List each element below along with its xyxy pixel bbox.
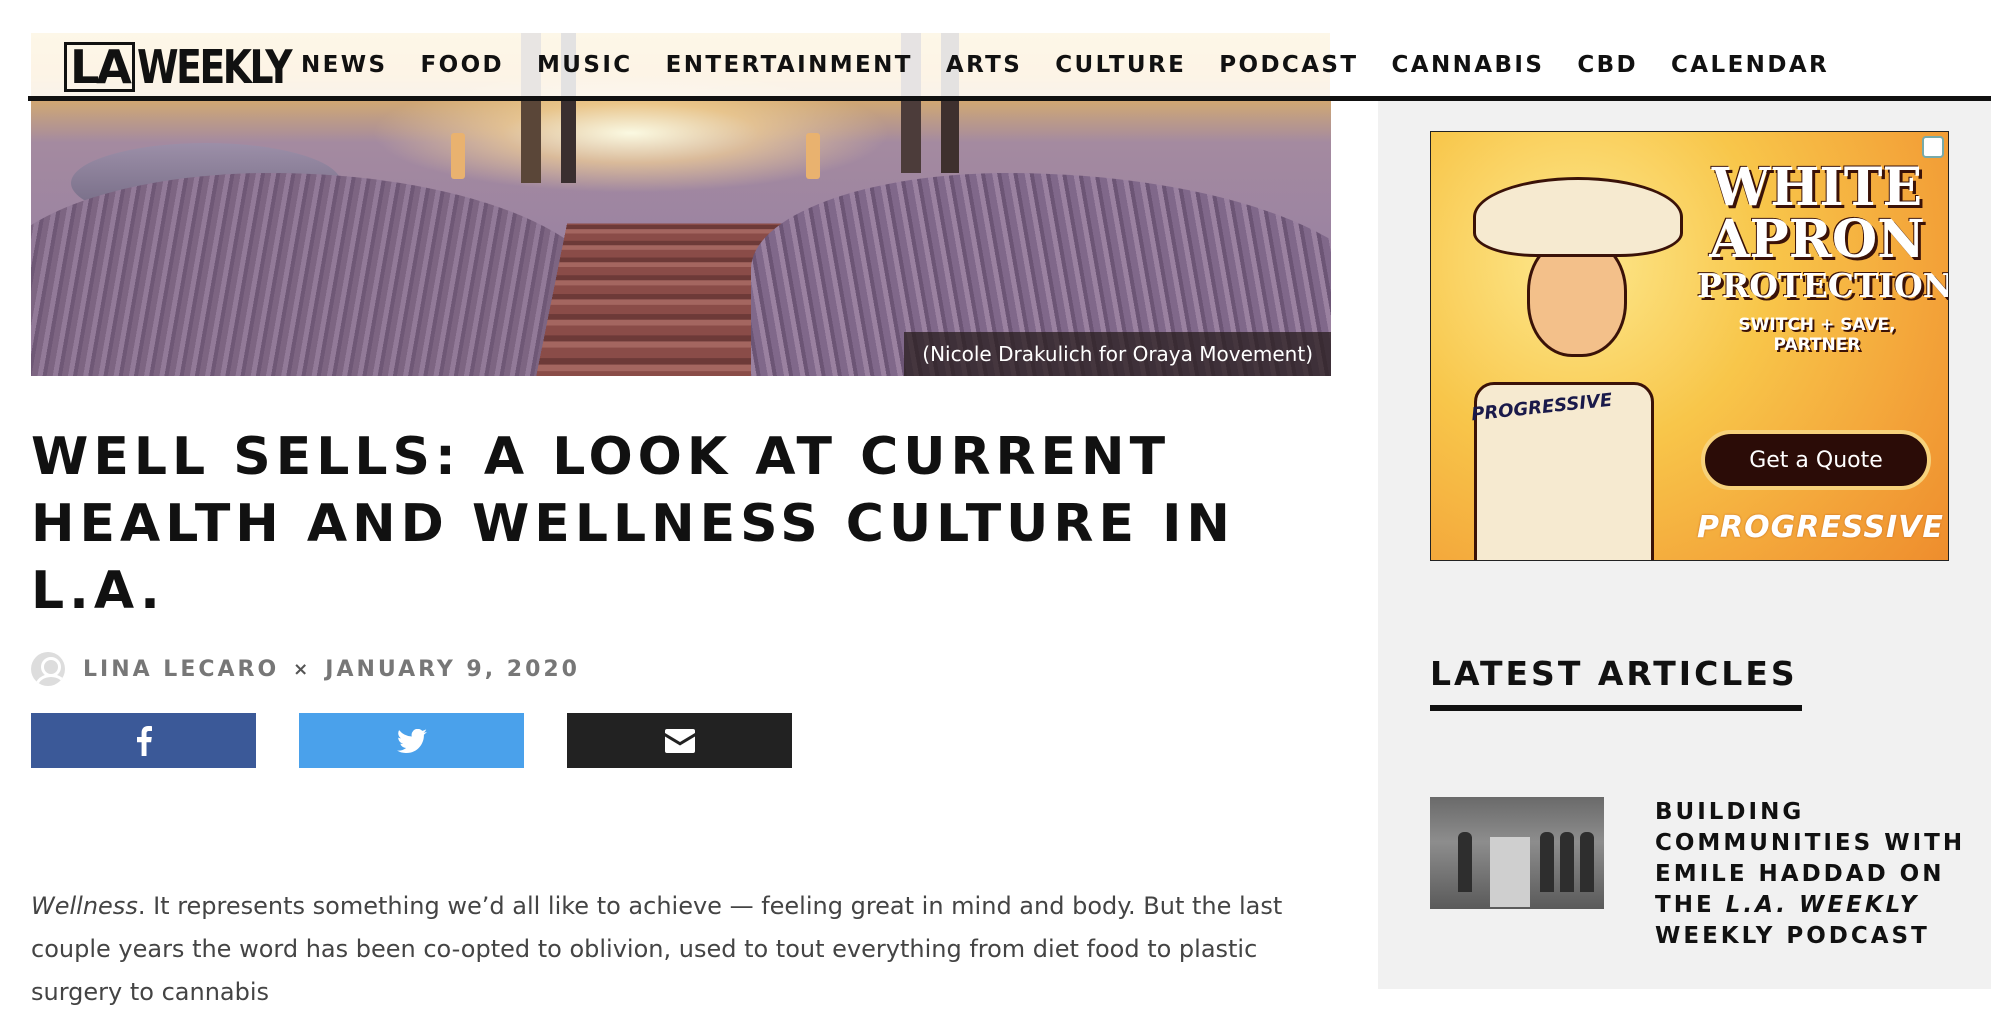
nav-calendar[interactable]: CALENDAR (1671, 52, 1829, 78)
article-title-italic: L.A. WEEKLY (1725, 892, 1920, 918)
ad-headline-line-1: WHITE (1711, 157, 1923, 218)
article-body: Wellness. It represents something we’d a… (31, 885, 1331, 1016)
nav-culture[interactable]: CULTURE (1055, 52, 1186, 78)
thumb-person (1540, 832, 1554, 892)
byline-separator: × (293, 658, 312, 680)
nav-arts[interactable]: ARTS (946, 52, 1022, 78)
nav-music[interactable]: MUSIC (537, 52, 633, 78)
ad-cowboy-hat (1473, 177, 1683, 257)
nav-cbd[interactable]: CBD (1577, 52, 1638, 78)
advertisement[interactable]: PROGRESSIVE WHITE APRON PROTECTION SWITC… (1430, 131, 1949, 561)
article-title-part: WEEKLY PODCAST (1655, 923, 1930, 949)
share-email-button[interactable] (567, 713, 792, 768)
ad-brand-logo: PROGRESSIVE (1697, 510, 1944, 545)
twitter-icon (396, 728, 427, 753)
ad-headline: WHITE APRON PROTECTION (1697, 157, 1949, 306)
image-caption: (Nicole Drakulich for Oraya Movement) (904, 332, 1331, 376)
get-a-quote-button[interactable]: Get a Quote (1701, 430, 1931, 490)
hero-candle (806, 133, 820, 179)
hero-fur-rug-left (31, 173, 611, 376)
thumb-person (1580, 832, 1594, 892)
author-avatar-icon (31, 652, 65, 686)
nav-podcast[interactable]: PODCAST (1219, 52, 1358, 78)
ad-illustration (1449, 152, 1683, 560)
thumb-podium (1490, 837, 1530, 907)
nav-entertainment[interactable]: ENTERTAINMENT (666, 52, 913, 78)
nav-cannabis[interactable]: CANNABIS (1391, 52, 1544, 78)
share-twitter-button[interactable] (299, 713, 524, 768)
article-thumbnail[interactable] (1430, 797, 1604, 909)
article-title: WELL SELLS: A LOOK AT CURRENT HEALTH AND… (31, 427, 1235, 621)
hero-candle (451, 133, 465, 179)
latest-article-link[interactable]: BUILDING COMMUNITIES WITH EMILE HADDAD O… (1655, 797, 1975, 952)
latest-articles-heading: LATEST ARTICLES (1430, 654, 1802, 711)
byline: LINA LECARO × JANUARY 9, 2020 (31, 652, 580, 686)
ad-headline-line-2: APRON (1709, 209, 1925, 270)
share-facebook-button[interactable] (31, 713, 256, 768)
facebook-icon (136, 725, 152, 756)
thumb-person (1560, 832, 1574, 892)
logo-la: LA (64, 42, 135, 92)
body-text: . It represents something we’d all like … (31, 892, 1283, 1006)
publish-date: JANUARY 9, 2020 (325, 656, 580, 682)
nav-food[interactable]: FOOD (421, 52, 505, 78)
nav-news[interactable]: NEWS (301, 52, 388, 78)
thumb-person (1458, 832, 1472, 892)
body-lead-italic: Wellness (31, 892, 138, 920)
site-header: LA WEEKLY NEWS FOOD MUSIC ENTERTAINMENT … (28, 33, 1991, 101)
ad-headline-line-3: PROTECTION (1697, 266, 1949, 305)
email-icon (664, 728, 695, 753)
main-nav: NEWS FOOD MUSIC ENTERTAINMENT ARTS CULTU… (301, 33, 1862, 97)
logo-weekly: WEEKLY (136, 40, 293, 94)
ad-tagline: SWITCH + SAVE, PARTNER (1738, 315, 1896, 355)
la-weekly-logo[interactable]: LA WEEKLY (64, 40, 324, 94)
adchoices-icon[interactable] (1922, 136, 1944, 158)
author-name[interactable]: LINA LECARO (83, 657, 279, 682)
